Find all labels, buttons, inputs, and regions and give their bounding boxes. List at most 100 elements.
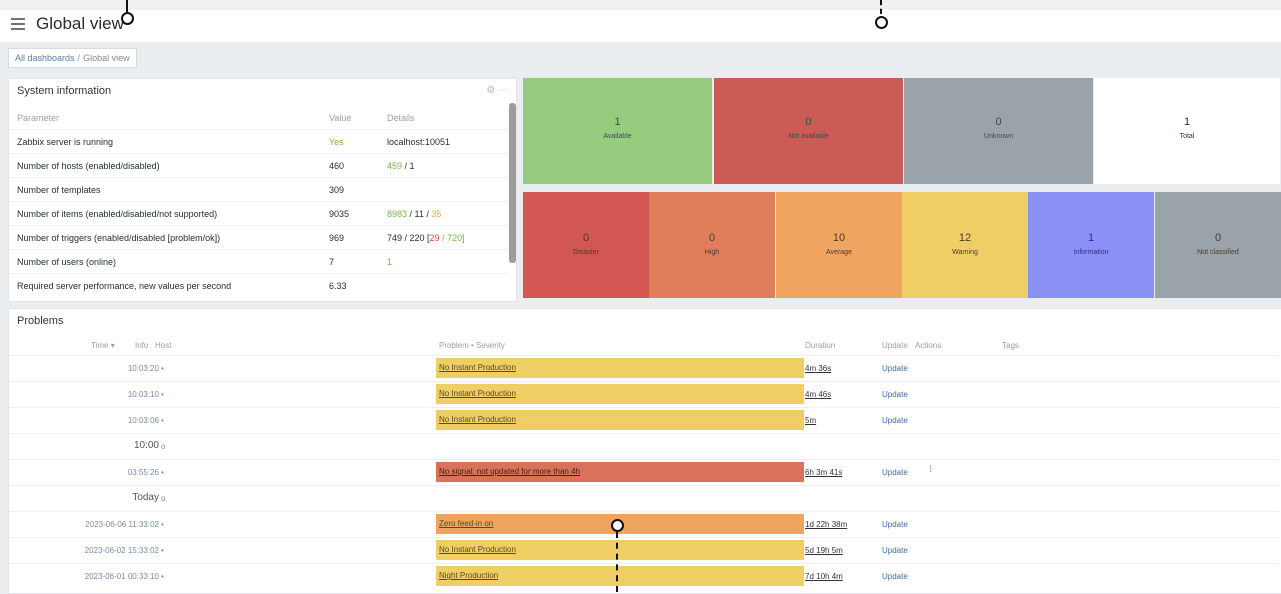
system-information-widget: System information ⚙ ⋯ Parameter Value D… [8, 78, 517, 302]
severity-tile[interactable]: 0 Disaster [523, 192, 649, 298]
parameter-details: 1 [387, 250, 392, 274]
system-info-row: Zabbix server is running Yes localhost:100… [9, 129, 508, 154]
column-header-update: Update [882, 341, 908, 350]
availability-tile[interactable]: 0 Not available [714, 78, 903, 184]
parameter-value: Yes [329, 137, 344, 147]
parameter-details: 8983 / 11 / 35 [387, 202, 441, 226]
column-header-parameter: Parameter [17, 113, 60, 123]
problem-severity-bar[interactable]: No Instant Production [436, 384, 804, 404]
problems-widget: Problems Time ▾ Info Host Problem • Seve… [8, 308, 1281, 594]
problem-severity-bar[interactable]: No Instant Production [436, 358, 804, 378]
update-link[interactable]: Update [882, 364, 908, 373]
parameter-details: localhost:10051 [387, 130, 450, 154]
row-bullet-icon: • [161, 390, 164, 399]
widget-title: System information [17, 85, 112, 97]
annotation-line-2 [880, 0, 882, 14]
availability-tile[interactable]: 1 Total [1094, 78, 1280, 184]
tile-count: 10 [832, 232, 846, 244]
annotation-marker-2 [875, 16, 888, 29]
actions-icon[interactable]: ⁝ [929, 464, 932, 475]
tile-count: 1 [1183, 116, 1191, 128]
breadcrumb-all-dashboards[interactable]: All dashboards [15, 53, 75, 63]
breadcrumb-separator: / [77, 53, 81, 63]
annotation-line-1 [126, 0, 128, 12]
details-part: localhost:10051 [387, 137, 451, 147]
problem-duration[interactable]: 4m 46s [805, 390, 831, 399]
problem-time[interactable]: 10:03:10 [128, 390, 159, 399]
update-link[interactable]: Update [882, 468, 908, 477]
tile-count: 1 [614, 116, 621, 128]
update-link[interactable]: Update [882, 546, 908, 555]
row-bullet-icon: • [161, 416, 164, 425]
parameter-value: 460 [329, 161, 345, 171]
severity-tile[interactable]: 0 Not classified [1155, 192, 1281, 298]
column-header-host[interactable]: Host [155, 341, 171, 350]
update-link[interactable]: Update [882, 416, 908, 425]
top-bar: Global view [0, 0, 1281, 42]
details-part: / 720] [439, 233, 465, 243]
problem-duration[interactable]: 7d 10h 4m [805, 572, 843, 581]
update-link[interactable]: Update [882, 390, 908, 399]
parameter-label: Number of items (enabled/disabled/not su… [17, 209, 218, 219]
host-availability-widget: 1 Available 0 Not available 0 Unknown 1 Total [523, 78, 1281, 184]
problem-time[interactable]: 03:55:26 [128, 468, 159, 477]
problem-time[interactable]: 2023-06-01 00:33:10 [85, 572, 159, 581]
parameter-details: 459 / 1 [387, 154, 415, 178]
update-link[interactable]: Update [882, 572, 908, 581]
problem-row: 2023-06-06 11:33:02 • Zero feed-in on 1d 22… [9, 511, 1279, 538]
scrollbar[interactable] [509, 103, 516, 263]
availability-tile[interactable]: 1 Available [523, 78, 712, 184]
problem-duration[interactable]: 1d 22h 38m [805, 520, 847, 529]
problem-time[interactable]: 10:03:06 [128, 416, 159, 425]
column-header-details: Details [387, 113, 415, 123]
tile-count: 0 [582, 232, 590, 244]
problem-row: 2023-06-02 15:33:02 • No Instant Productio… [9, 537, 1279, 564]
tile-label: Warning [952, 249, 978, 256]
row-bullet-icon: • [161, 468, 164, 477]
parameter-label: Zabbix server is running [17, 137, 114, 147]
hamburger-menu-icon[interactable] [11, 18, 25, 30]
problem-severity-bar[interactable]: No Instant Production [436, 540, 804, 560]
parameter-value: 6.33 [329, 281, 347, 291]
update-link[interactable]: Update [882, 520, 908, 529]
availability-tile[interactable]: 0 Unknown [904, 78, 1093, 184]
severity-tile[interactable]: 0 High [649, 192, 775, 298]
tile-label: High [704, 249, 720, 256]
row-bullet-icon: • [161, 572, 164, 581]
details-part: 749 / 220 [ [387, 233, 430, 243]
tile-label: Total [1179, 133, 1195, 140]
widget-settings-icon[interactable]: ⚙ ⋯ [486, 85, 508, 96]
problem-severity-bar[interactable]: Night Production [436, 566, 804, 586]
problem-duration[interactable]: 5d 19h 5m [805, 546, 843, 555]
tile-count: 1 [1087, 232, 1095, 244]
annotation-marker-3 [611, 519, 624, 532]
column-header-time[interactable]: Time ▾ [91, 341, 115, 350]
top-strip [0, 0, 1281, 10]
problem-duration[interactable]: 5m [805, 416, 816, 425]
parameter-value: 9035 [329, 209, 350, 219]
problem-time[interactable]: 2023-06-02 15:33:02 [85, 546, 159, 555]
severity-tile[interactable]: 10 Average [776, 192, 902, 298]
problem-severity-bar[interactable]: No signal: not updated for more than 4h [436, 462, 804, 482]
problem-time[interactable]: 2023-06-06 11:33:02 [85, 520, 159, 529]
problem-time[interactable]: 10:03:20 [128, 364, 159, 373]
tile-count: 0 [708, 232, 716, 244]
column-header-problem[interactable]: Problem • Severity [439, 341, 505, 350]
annotation-marker-1 [121, 12, 134, 25]
column-header-actions: Actions [915, 341, 942, 350]
severity-tile[interactable]: 1 Information [1028, 192, 1154, 298]
problem-time: Today [132, 492, 159, 503]
problem-duration[interactable]: 6h 3m 41s [805, 468, 842, 477]
breadcrumb-current: Global view [83, 53, 130, 63]
system-info-row: Number of templates 309 [9, 177, 508, 202]
problem-severity-bar[interactable]: No Instant Production [436, 410, 804, 430]
severity-tile[interactable]: 12 Warning [902, 192, 1028, 298]
tile-label: Disaster [573, 249, 599, 256]
problem-row: 10:03:20 • No Instant Production 4m 36s Upda… [9, 355, 1279, 382]
group-marker-icon: o [161, 442, 166, 451]
row-bullet-icon: • [161, 520, 164, 529]
tile-label: Information [1073, 249, 1109, 256]
problem-duration[interactable]: 4m 36s [805, 364, 831, 373]
tile-label: Available [603, 133, 632, 140]
tile-count: 0 [995, 116, 1002, 128]
